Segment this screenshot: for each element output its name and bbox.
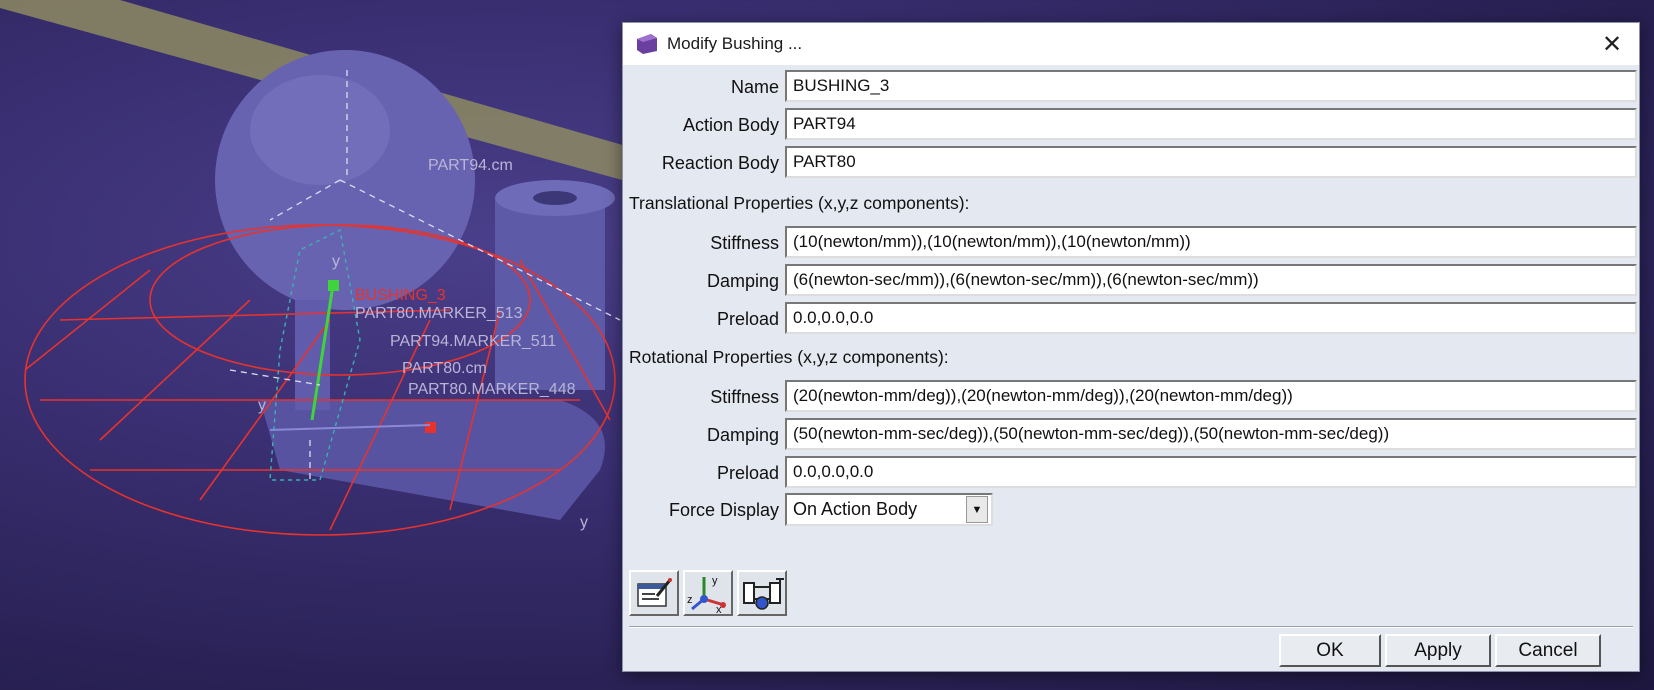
trans-preload-label: Preload bbox=[716, 308, 779, 329]
trans-damping-row: Damping bbox=[623, 264, 783, 298]
rot-preload-field[interactable]: 0.0,0.0,0.0 bbox=[785, 456, 1637, 488]
dialog-title: Modify Bushing ... bbox=[667, 34, 803, 53]
trans-stiffness-row: Stiffness bbox=[623, 226, 783, 260]
trans-preload-row: Preload bbox=[623, 302, 783, 336]
label-bushing: BUSHING_3 bbox=[355, 287, 446, 304]
trans-damping-label: Damping bbox=[706, 270, 779, 291]
coordinate-axes-button[interactable]: y z x bbox=[683, 570, 733, 616]
label-marker-448: PART80.MARKER_448 bbox=[408, 381, 576, 398]
cylinder-shape bbox=[495, 200, 605, 390]
reaction-body-field[interactable]: PART80 bbox=[785, 146, 1637, 178]
bushing-icon bbox=[743, 578, 784, 610]
rot-damping-label: Damping bbox=[706, 424, 779, 445]
force-display-label: Force Display bbox=[668, 499, 779, 520]
modify-bushing-dialog: Modify Bushing ... ✕ Name BUSHING_3 Acti… bbox=[622, 22, 1640, 672]
label-part80-cm: PART80.cm bbox=[402, 360, 487, 377]
app-icon bbox=[637, 34, 657, 54]
force-display-row: Force Display bbox=[623, 493, 783, 527]
axis-y-label-3: y bbox=[580, 514, 588, 531]
coordinate-axes-icon: y z x bbox=[687, 575, 726, 613]
action-body-label: Action Body bbox=[682, 114, 779, 135]
reaction-body-label: Reaction Body bbox=[661, 152, 779, 173]
dropdown-arrow-icon[interactable]: ▼ bbox=[966, 496, 988, 523]
edit-properties-button[interactable] bbox=[629, 570, 679, 616]
label-marker-511: PART94.MARKER_511 bbox=[390, 333, 556, 350]
trans-preload-field[interactable]: 0.0,0.0,0.0 bbox=[785, 302, 1637, 334]
label-marker-513: PART80.MARKER_513 bbox=[355, 305, 523, 322]
trans-damping-field[interactable]: (6(newton-sec/mm)),(6(newton-sec/mm)),(6… bbox=[785, 264, 1637, 296]
trans-stiffness-label: Stiffness bbox=[710, 232, 779, 253]
rotational-heading: Rotational Properties (x,y,z components)… bbox=[629, 347, 949, 367]
name-field[interactable]: BUSHING_3 bbox=[785, 70, 1637, 102]
action-body-row: Action Body bbox=[623, 108, 783, 142]
reaction-body-row: Reaction Body bbox=[623, 146, 783, 180]
dialog-titlebar[interactable]: Modify Bushing ... ✕ bbox=[623, 23, 1639, 65]
rot-stiffness-field[interactable]: (20(newton-mm/deg)),(20(newton-mm/deg)),… bbox=[785, 380, 1637, 412]
axis-y-text: y bbox=[712, 575, 718, 587]
force-display-value: On Action Body bbox=[793, 499, 918, 519]
rot-damping-row: Damping bbox=[623, 418, 783, 452]
label-part94-cm: PART94.cm bbox=[428, 157, 513, 174]
axis-z-text: z bbox=[687, 594, 693, 606]
button-separator bbox=[629, 626, 1633, 628]
translational-heading: Translational Properties (x,y,z componen… bbox=[629, 193, 970, 213]
rot-stiffness-row: Stiffness bbox=[623, 380, 783, 414]
ok-button[interactable]: OK bbox=[1279, 634, 1381, 667]
close-icon: ✕ bbox=[1601, 30, 1623, 58]
edit-properties-icon bbox=[637, 578, 672, 607]
apply-button[interactable]: Apply bbox=[1385, 634, 1491, 667]
axis-y-label-2: y bbox=[258, 397, 266, 414]
name-row: Name bbox=[623, 70, 783, 104]
rot-stiffness-label: Stiffness bbox=[710, 386, 779, 407]
rot-preload-row: Preload bbox=[623, 456, 783, 490]
bushing-button[interactable] bbox=[737, 570, 787, 616]
rot-preload-label: Preload bbox=[716, 462, 779, 483]
force-display-select[interactable]: On Action Body ▼ bbox=[785, 493, 993, 526]
close-button[interactable]: ✕ bbox=[1599, 30, 1625, 58]
trans-stiffness-field[interactable]: (10(newton/mm)),(10(newton/mm)),(10(newt… bbox=[785, 226, 1637, 258]
name-label: Name bbox=[730, 76, 779, 97]
axis-x-text: x bbox=[716, 604, 722, 613]
action-body-field[interactable]: PART94 bbox=[785, 108, 1637, 140]
axis-y-label-1: y bbox=[332, 253, 340, 270]
cancel-button[interactable]: Cancel bbox=[1495, 634, 1601, 667]
rot-damping-field[interactable]: (50(newton-mm-sec/deg)),(50(newton-mm-se… bbox=[785, 418, 1637, 450]
